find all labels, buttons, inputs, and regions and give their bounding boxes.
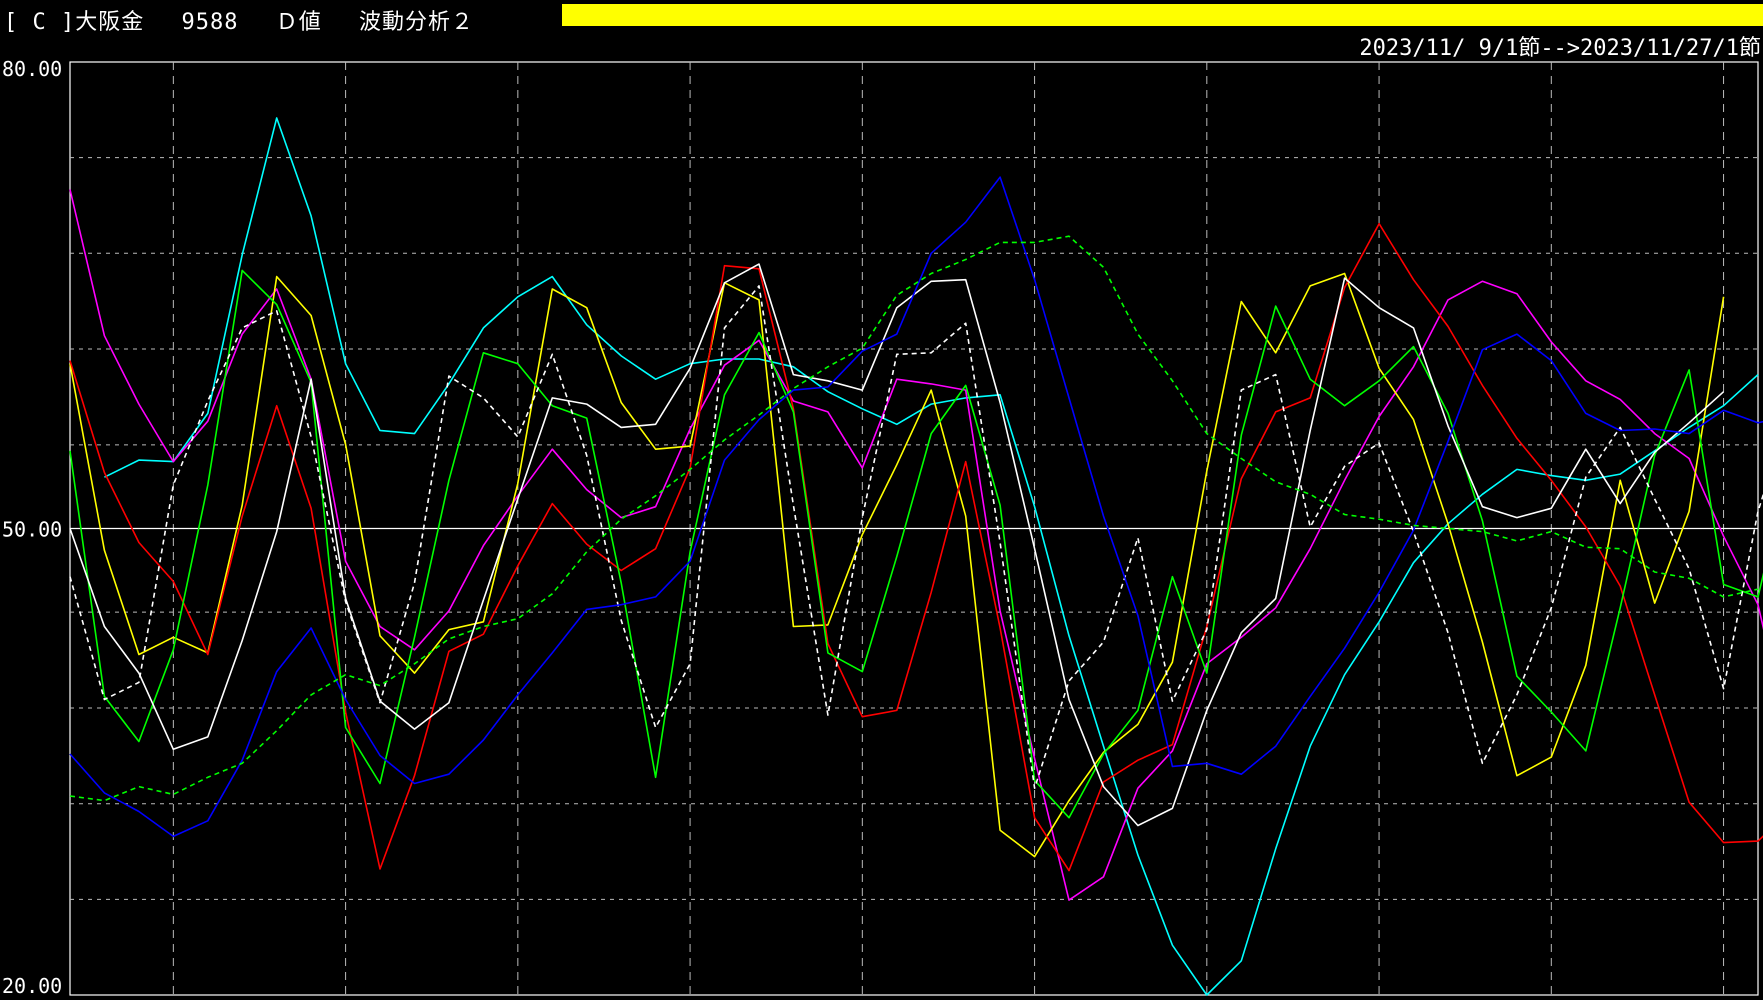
progress-bar bbox=[562, 4, 1763, 26]
series-line-9 bbox=[69, 235, 1759, 802]
progress-fill bbox=[562, 4, 1763, 26]
series-line-5 bbox=[69, 269, 1763, 819]
y-tick-label: 50.00 bbox=[2, 518, 62, 542]
series-line-2 bbox=[69, 189, 1763, 901]
header-bar: [ C ]大阪金 9588 Ｄ値 波動分析２ bbox=[0, 0, 1763, 35]
y-tick-label: 20.00 bbox=[2, 974, 62, 998]
chart-title: [ C ]大阪金 9588 Ｄ値 波動分析２ bbox=[4, 10, 474, 35]
series-line-1 bbox=[104, 117, 1759, 996]
series-line-4 bbox=[69, 222, 1763, 872]
wave-analysis-chart: 80.00 50.00 20.00 bbox=[2, 57, 1763, 998]
y-tick-label: 80.00 bbox=[2, 57, 62, 81]
series-line-3 bbox=[69, 272, 1725, 858]
